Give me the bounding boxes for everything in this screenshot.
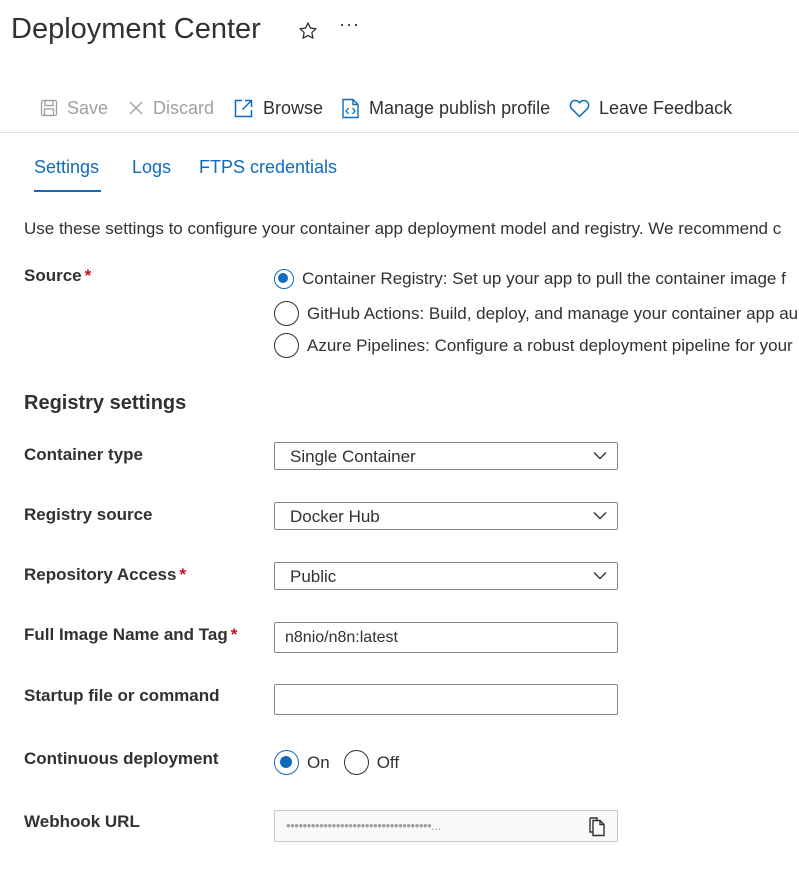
heart-icon <box>569 99 590 117</box>
copy-icon[interactable] <box>587 816 607 838</box>
code-file-icon <box>342 98 359 118</box>
repository-access-dropdown[interactable]: Public <box>274 562 618 590</box>
continuous-deployment-label: Continuous deployment <box>24 749 219 768</box>
source-option-label: Container Registry: Set up your app to p… <box>302 269 786 288</box>
registry-source-value: Docker Hub <box>290 507 380 526</box>
continuous-deployment-radio-group: On Off <box>274 750 399 775</box>
source-option-label: Azure Pipelines: Configure a robust depl… <box>307 335 793 355</box>
required-asterisk: * <box>230 625 238 644</box>
radio-button[interactable] <box>274 301 299 326</box>
continuous-deployment-off[interactable]: Off <box>343 750 400 775</box>
source-option-label: GitHub Actions: Build, deploy, and manag… <box>307 303 799 323</box>
container-type-dropdown[interactable]: Single Container <box>274 442 618 470</box>
radio-button[interactable] <box>274 269 294 289</box>
source-label: Source * <box>24 266 91 286</box>
radio-button[interactable] <box>274 750 299 775</box>
tab-settings[interactable]: Settings <box>34 157 99 178</box>
container-type-label: Container type <box>24 445 144 464</box>
radio-button[interactable] <box>343 750 369 775</box>
save-icon <box>40 99 58 117</box>
startup-command-label: Startup file or command <box>24 686 220 705</box>
tab-logs[interactable]: Logs <box>132 157 171 178</box>
description-text: Use these settings to configure your con… <box>24 219 782 238</box>
repository-access-label: Repository Access * <box>24 565 186 585</box>
off-label: Off <box>376 752 400 772</box>
leave-feedback-button[interactable]: Leave Feedback <box>569 94 732 122</box>
webhook-url-masked-value: •••••••••••••••••••••••••••••••••••... <box>286 818 441 833</box>
save-label: Save <box>67 97 109 118</box>
browse-label: Browse <box>263 97 324 118</box>
registry-source-dropdown[interactable]: Docker Hub <box>274 502 618 530</box>
source-label-text: Source <box>24 266 82 285</box>
discard-label: Discard <box>153 97 215 118</box>
image-name-label: Full Image Name and Tag * <box>24 625 237 645</box>
registry-source-label: Registry source <box>24 505 153 524</box>
webhook-url-field[interactable]: •••••••••••••••••••••••••••••••••••... <box>274 810 618 842</box>
container-type-value: Single Container <box>290 447 416 466</box>
source-option-azure-pipelines[interactable]: Azure Pipelines: Configure a robust depl… <box>274 333 799 358</box>
registry-settings-heading: Registry settings <box>24 392 187 414</box>
chevron-down-icon <box>593 512 607 520</box>
chevron-down-icon <box>593 452 607 460</box>
active-tab-indicator <box>34 190 101 192</box>
chevron-down-icon <box>593 572 607 580</box>
tab-ftps-credentials[interactable]: FTPS credentials <box>199 157 337 178</box>
webhook-url-label: Webhook URL <box>24 812 140 831</box>
leave-feedback-label: Leave Feedback <box>599 97 733 118</box>
image-name-label-text: Full Image Name and Tag <box>24 625 228 644</box>
manage-publish-profile-label: Manage publish profile <box>369 97 551 118</box>
repository-access-value: Public <box>290 567 337 586</box>
required-asterisk: * <box>179 565 187 584</box>
source-option-github-actions[interactable]: GitHub Actions: Build, deploy, and manag… <box>274 301 799 326</box>
image-name-input[interactable] <box>274 622 618 653</box>
toolbar-divider <box>0 132 799 133</box>
manage-publish-profile-button[interactable]: Manage publish profile <box>341 94 550 122</box>
repository-access-label-text: Repository Access <box>24 565 177 584</box>
save-button[interactable]: Save <box>40 94 108 122</box>
startup-command-input[interactable] <box>274 684 618 715</box>
more-options-icon[interactable]: ··· <box>339 14 360 35</box>
continuous-deployment-on[interactable]: On <box>274 750 330 775</box>
on-label: On <box>307 752 330 772</box>
source-option-container-registry[interactable]: Container Registry: Set up your app to p… <box>274 269 799 289</box>
browse-button[interactable]: Browse <box>233 94 323 122</box>
required-asterisk: * <box>84 266 92 285</box>
command-bar: Save Discard Browse Manage publish profi… <box>0 94 799 122</box>
open-external-icon <box>234 99 253 117</box>
page-title: Deployment Center <box>11 13 261 45</box>
discard-button[interactable]: Discard <box>128 94 214 122</box>
radio-button[interactable] <box>274 333 299 358</box>
star-icon[interactable] <box>297 20 319 42</box>
close-icon <box>129 101 143 115</box>
